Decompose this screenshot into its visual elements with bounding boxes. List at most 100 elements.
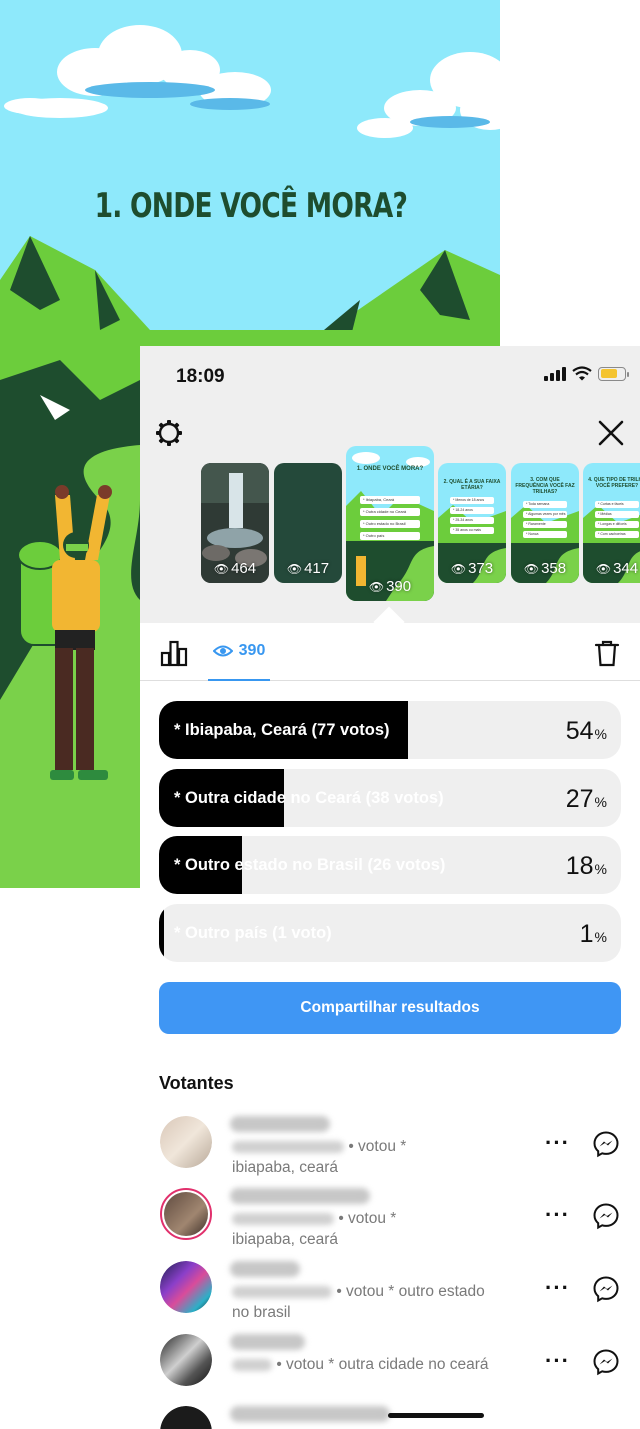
home-indicator [388,1413,484,1418]
poll-percent-value: 54 [565,717,594,745]
voter-name-redacted[interactable] [230,1188,370,1204]
story-thumbnail-selected[interactable]: 1. ONDE VOCÊ MORA? * Ibiapaba, Ceará * O… [346,446,434,601]
voter-vote-line: • votou * outro estado [336,1283,485,1300]
tab-viewers-count: 390 [238,642,266,659]
voter-vote-text: • votou * outro estado no brasil [232,1281,532,1323]
more-options-icon[interactable]: ··· [545,1277,570,1299]
voter-name-redacted[interactable] [230,1334,305,1350]
voter-row[interactable]: • votou * ibiapaba, ceará ··· [140,1188,640,1260]
story-thumbnail[interactable]: 3. COM QUE FREQUÊNCIA VOCÊ FAZ TRILHAS? … [511,463,579,583]
mini-story-title: 2. QUAL É A SUA FAIXA ETÁRIA? [443,479,501,491]
percent-sign: % [594,726,607,742]
status-icons [544,366,629,381]
voter-vote-line: • votou * [338,1210,397,1227]
more-options-icon[interactable]: ··· [545,1350,570,1372]
settings-gear-icon[interactable] [154,418,184,448]
more-options-icon[interactable]: ··· [545,1204,570,1226]
voter-row[interactable]: • votou * ibiapaba, ceará ··· [140,1116,640,1188]
view-count: 344 [613,560,639,577]
messenger-icon[interactable] [592,1275,620,1303]
results-tabs: 390 [140,623,640,681]
voter-row[interactable]: • votou * outro estado no brasil ··· [140,1261,640,1333]
voter-choice: ibiapaba, ceará [232,1159,338,1176]
mini-option: * Outro país [360,532,420,540]
mini-story-title: 3. COM QUE FREQUÊNCIA VOCÊ FAZ TRILHAS? [515,477,575,495]
poll-results-panel: 18:09 👁 464 👁 417 1. ONDE VOCÊ MORA? * I… [140,346,640,1429]
avatar-with-story-ring[interactable] [160,1188,212,1240]
mini-option: * Outro estado no Brasil [360,520,420,528]
mini-option: * Com cachoeiras [595,531,639,538]
more-options-icon[interactable]: ··· [545,1132,570,1154]
mini-option: * Raramente [523,521,567,528]
mini-option: * Outra cidade no Ceará [360,508,420,516]
poll-chart-icon[interactable] [160,639,188,667]
voters-heading: Votantes [159,1073,234,1093]
voter-choice: no brasil [232,1304,291,1321]
poll-percent: 27% [566,769,607,827]
poll-percent-value: 27 [565,785,594,813]
voter-vote-line: • votou * [348,1138,407,1155]
eye-icon: 👁 [213,562,230,576]
mini-option: * 35 anos ou mais [450,527,494,534]
voter-name-redacted[interactable] [230,1116,330,1132]
wifi-icon [572,366,592,381]
view-count: 358 [541,560,567,577]
story-title: 1. ONDE VOCÊ MORA? [94,186,408,226]
mini-option: * 25-34 anos [450,517,494,524]
messenger-icon[interactable] [592,1202,620,1230]
voter-username-redacted [232,1212,334,1225]
view-count: 417 [304,560,330,577]
poll-option: * Outro país (1 voto) 1% [159,904,621,962]
signal-icon [544,366,566,381]
messenger-icon[interactable] [592,1130,620,1158]
avatar[interactable] [160,1116,212,1168]
mini-option: * Nunca [523,531,567,538]
story-thumbnail[interactable]: 👁 417 [274,463,342,583]
battery-icon [598,366,629,381]
share-results-button[interactable]: Compartilhar resultados [159,982,621,1034]
mini-option: * Menos de 18 anos [450,497,494,504]
voter-username-redacted [232,1358,272,1371]
view-count: 373 [468,560,494,577]
view-count: 464 [231,560,257,577]
poll-option-label: * Ibiapaba, Ceará (77 votos) [174,721,390,739]
voter-choice: ibiapaba, ceará [232,1231,338,1248]
mini-option: * Algumas vezes por mês [523,511,567,518]
poll-option: * Outra cidade no Ceará (38 votos) 27% [159,769,621,827]
mini-option: * Ibiapaba, Ceará [360,496,420,504]
story-thumbnail[interactable]: 4. QUE TIPO DE TRILHA VOCÊ PREFERE? * Cu… [583,463,640,583]
voter-row[interactable]: • votou * outra cidade no ceará ··· [140,1334,640,1406]
voter-vote-line: • votou * outra cidade no ceará [276,1356,489,1373]
voter-username-redacted [232,1285,332,1298]
poll-percent: 54% [566,701,607,759]
tab-viewers[interactable]: 390 [208,623,270,681]
voter-username-redacted [232,1140,344,1153]
trash-icon[interactable] [594,639,620,667]
close-icon[interactable] [596,418,626,448]
voter-name-redacted[interactable] [230,1261,300,1277]
poll-option: * Outro estado no Brasil (26 votos) 18% [159,836,621,894]
poll-option-label: * Outro estado no Brasil (26 votos) [174,856,446,874]
percent-sign: % [594,929,607,945]
mini-option: * Longas e difíceis [595,521,639,528]
story-thumbnail[interactable]: 👁 464 [201,463,269,583]
poll-percent-value: 18 [565,852,594,880]
eye-icon: 👁 [368,580,385,594]
mini-option: * Médias [595,511,639,518]
mini-story-title: 4. QUE TIPO DE TRILHA VOCÊ PREFERE? [588,477,640,489]
eye-icon: 👁 [523,562,540,576]
view-count: 390 [386,578,412,595]
voter-vote-text: • votou * outra cidade no ceará [232,1354,532,1375]
voter-name-redacted[interactable] [230,1406,390,1422]
story-thumbnail[interactable]: 2. QUAL É A SUA FAIXA ETÁRIA? * Menos de… [438,463,506,583]
status-time: 18:09 [176,366,225,387]
avatar[interactable] [160,1406,212,1429]
avatar[interactable] [160,1261,212,1313]
avatar[interactable] [160,1334,212,1386]
poll-option: * Ibiapaba, Ceará (77 votos) 54% [159,701,621,759]
eye-icon: 👁 [595,562,612,576]
messenger-icon[interactable] [592,1348,620,1376]
poll-fill-bar [159,904,164,962]
percent-sign: % [594,794,607,810]
mini-option: * 18-24 anos [450,507,494,514]
